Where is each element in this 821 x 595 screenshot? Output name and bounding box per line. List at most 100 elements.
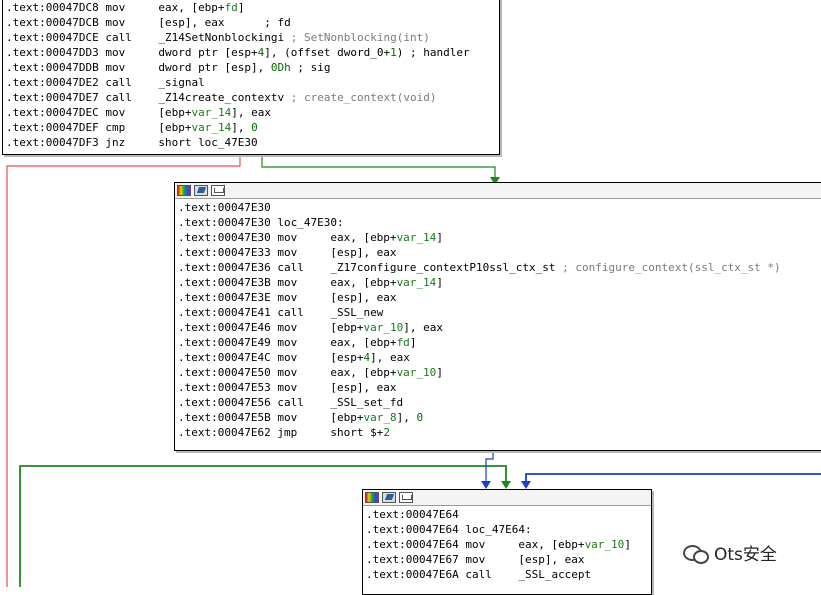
mnemonic: call	[105, 76, 159, 89]
code-label[interactable]: loc_47E30:	[277, 216, 343, 229]
code-block-1[interactable]: .text:00047DC8 mov eax, [ebp+fd] .text:00…	[2, 0, 500, 155]
asm-line[interactable]: .text:00047DCB mov [esp], eax ; fd	[6, 15, 499, 30]
mnemonic: mov	[277, 321, 331, 334]
block-titlebar	[175, 183, 821, 199]
mnemonic: mov	[277, 381, 331, 394]
operand: [esp], eax	[518, 553, 585, 566]
code-lines: .text:00047E64 .text:00047E64 loc_47E64:…	[363, 506, 651, 582]
code-label[interactable]: loc_47E64:	[465, 523, 531, 536]
mnemonic: mov	[105, 46, 159, 59]
asm-line[interactable]: .text:00047E30 mov eax, [ebp+var_14]	[178, 230, 821, 245]
mnemonic: jmp	[277, 426, 331, 439]
operand: [ebp+	[158, 106, 192, 119]
asm-line[interactable]: .text:00047E62 jmp short $+2	[178, 425, 821, 440]
asm-line[interactable]: .text:00047E50 mov eax, [ebp+var_10]	[178, 365, 821, 380]
asm-line[interactable]: .text:00047E64	[366, 507, 651, 522]
asm-line[interactable]: .text:00047E53 mov [esp], eax	[178, 380, 821, 395]
address: .text:00047E56	[178, 396, 278, 409]
asm-line[interactable]: .text:00047E6A call _SSL_accept	[366, 567, 651, 582]
asm-line[interactable]: .text:00047E36 call _Z17configure_contex…	[178, 260, 821, 275]
asm-line[interactable]: .text:00047DD3 mov dword ptr [esp+4], (o…	[6, 45, 499, 60]
asm-line[interactable]: .text:00047E30 loc_47E30:	[178, 215, 821, 230]
asm-line[interactable]: .text:00047E64 mov eax, [ebp+var_10]	[366, 537, 651, 552]
variable[interactable]: var_10	[585, 538, 625, 551]
variable[interactable]: var_14	[191, 121, 231, 134]
asm-line[interactable]: .text:00047E49 mov eax, [ebp+fd]	[178, 335, 821, 350]
address: .text:00047DE2	[6, 76, 106, 89]
wechat-icon	[683, 542, 709, 564]
operand: eax, [ebp+	[330, 366, 397, 379]
graph-icon[interactable]	[211, 185, 225, 196]
variable[interactable]: var_14	[191, 106, 231, 119]
asm-line[interactable]: .text:00047E30	[178, 200, 821, 215]
operand: 0	[251, 121, 258, 134]
asm-line[interactable]: .text:00047DF3 jnz short loc_47E30	[6, 135, 499, 150]
asm-line[interactable]: .text:00047DCE call _Z14SetNonblockingi …	[6, 30, 499, 45]
operand: _signal	[158, 76, 205, 89]
asm-line[interactable]: .text:00047E5B mov [ebp+var_8], 0	[178, 410, 821, 425]
asm-line[interactable]: .text:00047DE7 call _Z14create_contextv …	[6, 90, 499, 105]
mnemonic: mov	[277, 276, 331, 289]
operand: eax, [ebp+	[158, 1, 225, 14]
operand: eax, [ebp+	[518, 538, 585, 551]
address: .text:00047DDB	[6, 61, 106, 74]
mnemonic: mov	[105, 1, 159, 14]
variable[interactable]: var_10	[397, 366, 437, 379]
palette-icon[interactable]	[365, 492, 379, 503]
operand: eax, [ebp+	[330, 231, 397, 244]
address: .text:00047E3E	[178, 291, 278, 304]
asm-line[interactable]: .text:00047E64 loc_47E64:	[366, 522, 651, 537]
variable[interactable]: var_14	[397, 276, 437, 289]
code-block-3[interactable]: .text:00047E64 .text:00047E64 loc_47E64:…	[362, 489, 652, 595]
mnemonic: mov	[105, 16, 159, 29]
asm-line[interactable]: .text:00047E3E mov [esp], eax	[178, 290, 821, 305]
address: .text:00047E62	[178, 426, 278, 439]
asm-line[interactable]: .text:00047E3B mov eax, [ebp+var_14]	[178, 275, 821, 290]
address: .text:00047DD3	[6, 46, 106, 59]
asm-line[interactable]: .text:00047DDB mov dword ptr [esp], 0Dh …	[6, 60, 499, 75]
operand: [esp+	[330, 351, 364, 364]
asm-line[interactable]: .text:00047E41 call _SSL_new	[178, 305, 821, 320]
mnemonic: call	[465, 568, 519, 581]
address: .text:00047E64	[366, 523, 466, 536]
variable[interactable]: fd	[225, 1, 238, 14]
asm-line[interactable]: .text:00047E67 mov [esp], eax	[366, 552, 651, 567]
operand: ], eax	[370, 351, 410, 364]
mnemonic: mov	[277, 351, 331, 364]
block-titlebar	[363, 490, 651, 506]
edit-icon[interactable]	[382, 492, 396, 503]
asm-line[interactable]: .text:00047DC8 mov eax, [ebp+fd]	[6, 0, 499, 15]
edge-true	[261, 153, 496, 178]
address: .text:00047E64	[366, 508, 466, 521]
asm-line[interactable]: .text:00047E33 mov [esp], eax	[178, 245, 821, 260]
code-block-2[interactable]: .text:00047E30 .text:00047E30 loc_47E30:…	[174, 182, 821, 451]
operand: [ebp+	[330, 321, 364, 334]
asm-line[interactable]: .text:00047DEC mov [ebp+var_14], eax	[6, 105, 499, 120]
asm-line[interactable]: .text:00047DEF cmp [ebp+var_14], 0	[6, 120, 499, 135]
address: .text:00047E30	[178, 231, 278, 244]
asm-line[interactable]: .text:00047E56 call _SSL_set_fd	[178, 395, 821, 410]
asm-line[interactable]: .text:00047E4C mov [esp+4], eax	[178, 350, 821, 365]
address: .text:00047E5B	[178, 411, 278, 424]
variable[interactable]: fd	[397, 336, 410, 349]
address: .text:00047E4C	[178, 351, 278, 364]
variable[interactable]: var_8	[363, 411, 396, 424]
edit-icon[interactable]	[194, 185, 208, 196]
variable[interactable]: var_10	[363, 321, 403, 334]
asm-line[interactable]: .text:00047E46 mov [ebp+var_10], eax	[178, 320, 821, 335]
address: .text:00047DCE	[6, 31, 106, 44]
variable[interactable]: var_14	[397, 231, 437, 244]
operand: ]	[409, 336, 417, 349]
operand: [esp], eax	[330, 381, 397, 394]
address: .text:00047E67	[366, 553, 466, 566]
operand: ]	[624, 538, 631, 551]
graph-view[interactable]: .text:00047DC8 mov eax, [ebp+fd] .text:00…	[0, 0, 821, 595]
palette-icon[interactable]	[177, 185, 191, 196]
graph-icon[interactable]	[399, 492, 413, 503]
asm-line[interactable]: .text:00047DE2 call _signal	[6, 75, 499, 90]
operand: _Z14create_contextv	[158, 91, 291, 104]
address: .text:00047E30	[178, 201, 278, 214]
mnemonic: call	[277, 396, 331, 409]
address: .text:00047E30	[178, 216, 278, 229]
code-lines: .text:00047E30 .text:00047E30 loc_47E30:…	[175, 199, 821, 440]
